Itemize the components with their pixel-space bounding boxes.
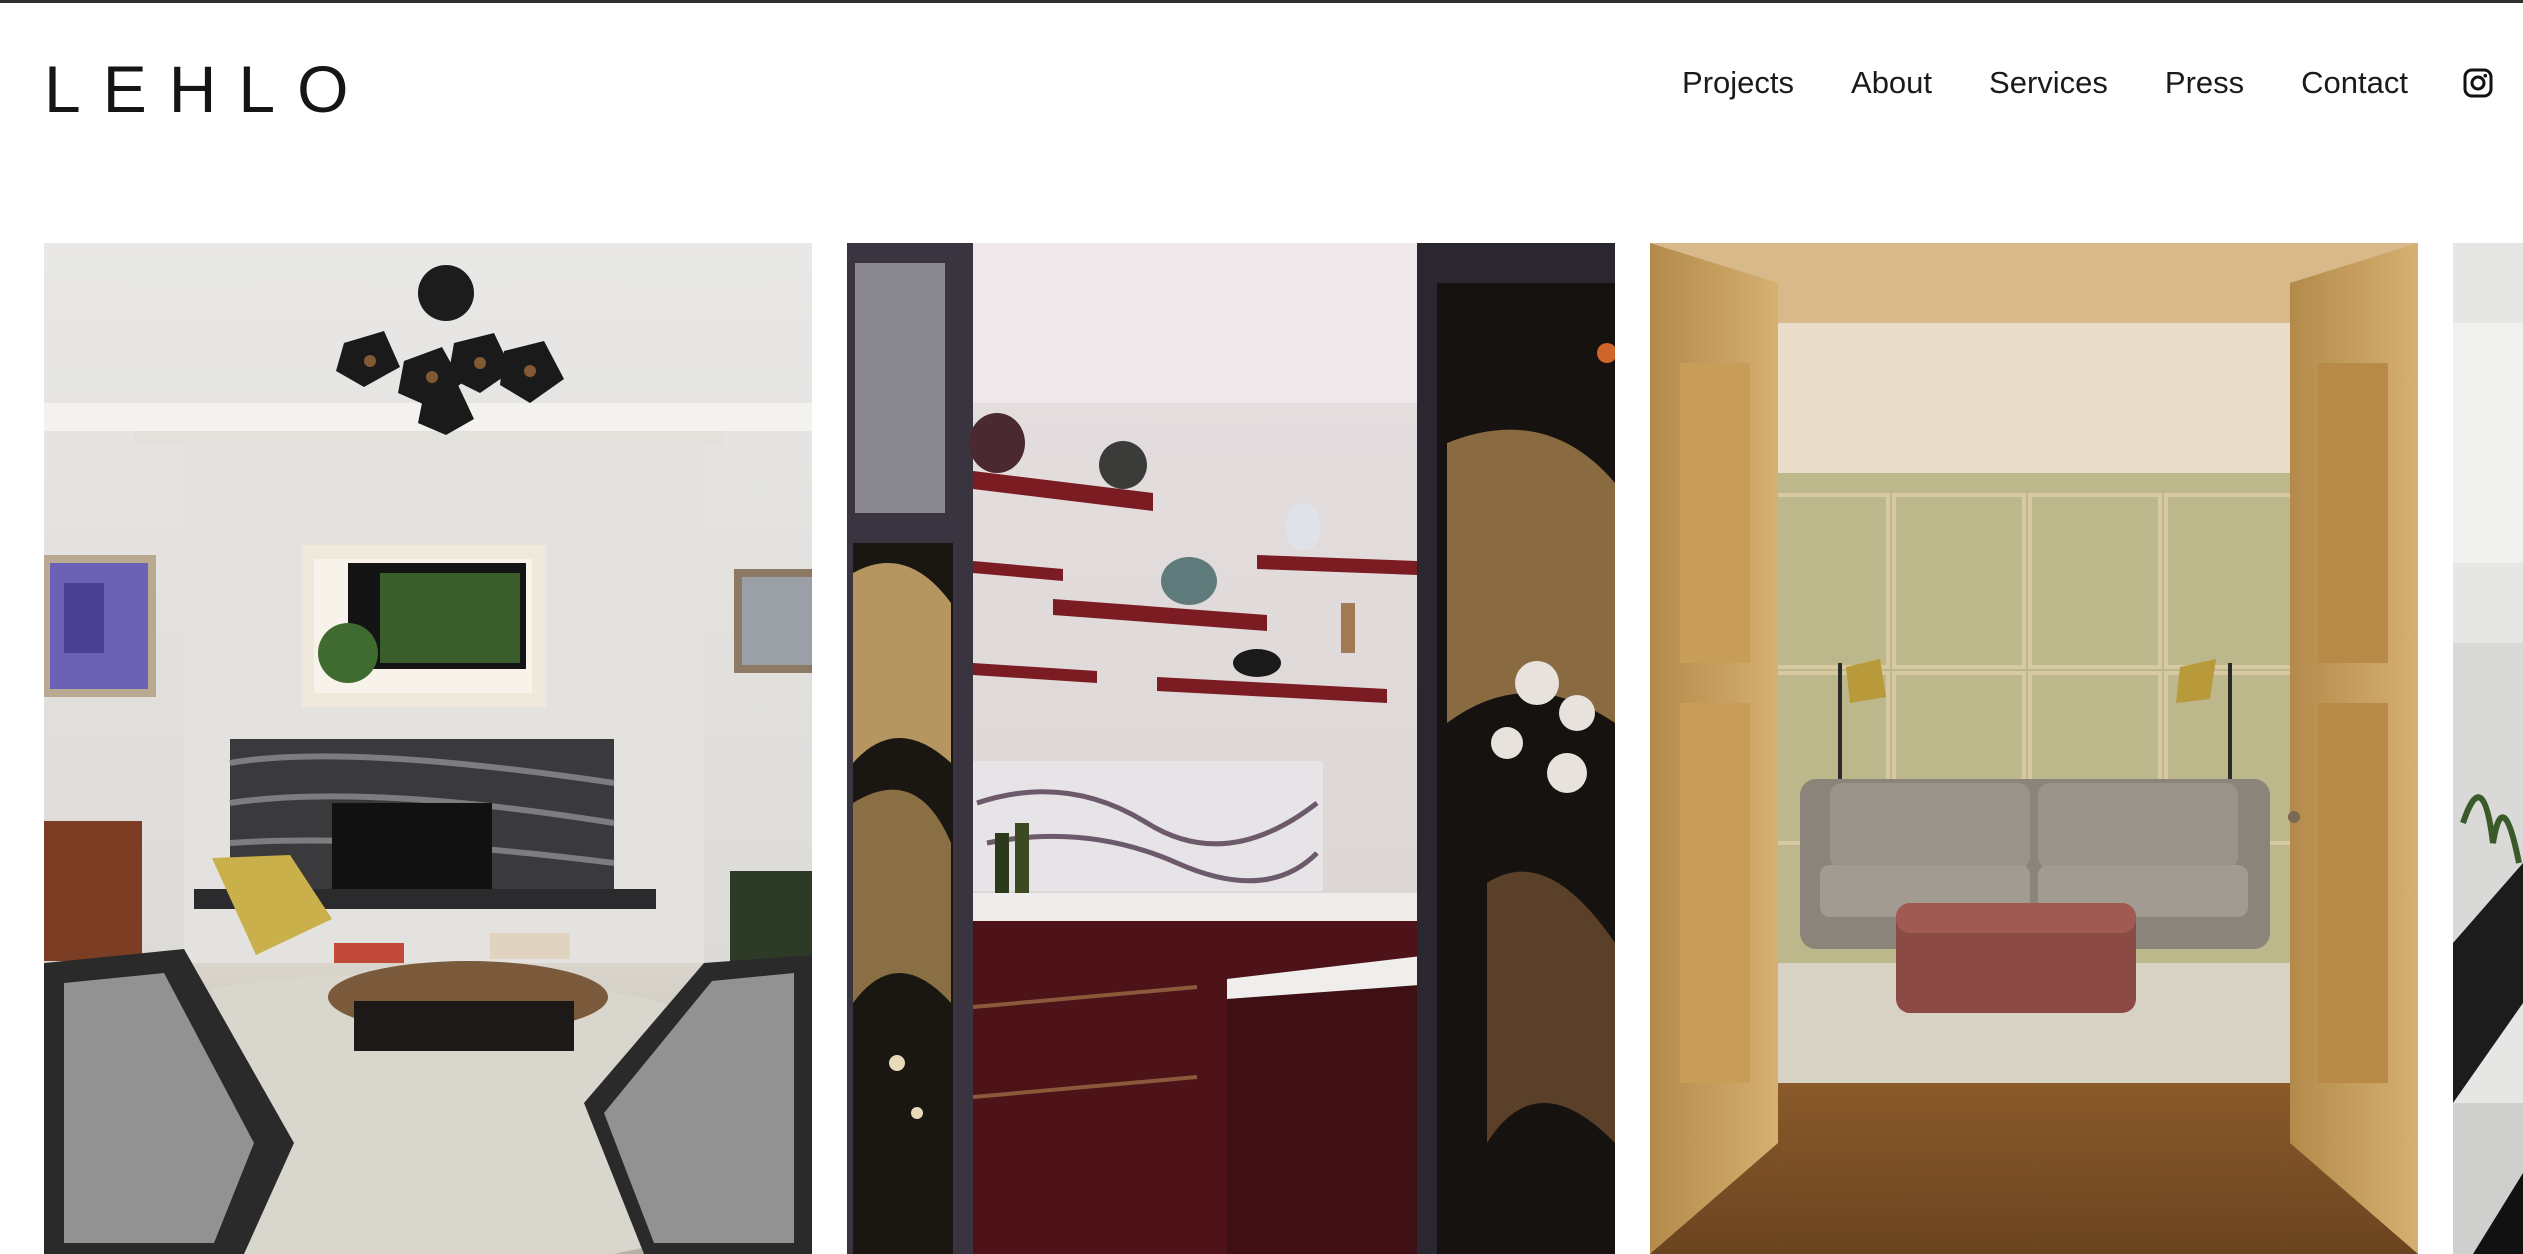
gallery-tile-living-room[interactable]	[44, 243, 812, 1254]
sitting-room-image	[1650, 243, 2418, 1254]
site-header: LEHLO Projects About Services Press Cont…	[0, 3, 2523, 163]
gallery-tile-sitting-room[interactable]	[1650, 243, 2418, 1254]
nav-item-about[interactable]: About	[1851, 63, 1932, 103]
nav-item-projects[interactable]: Projects	[1682, 63, 1794, 103]
nav-item-services[interactable]: Services	[1989, 63, 2108, 103]
site-logo[interactable]: LEHLO	[44, 49, 370, 129]
instagram-icon[interactable]	[2463, 68, 2493, 98]
kitchen-image	[847, 243, 1615, 1254]
nav-item-contact[interactable]: Contact	[2301, 63, 2408, 103]
nav-item-press[interactable]: Press	[2165, 63, 2244, 103]
living-room-image	[44, 243, 812, 1254]
gallery-tile-partial[interactable]	[2453, 243, 2523, 1254]
partial-room-image	[2453, 243, 2523, 1254]
gallery-tile-kitchen[interactable]	[847, 243, 1615, 1254]
project-gallery	[44, 243, 2523, 1254]
main-nav: Projects About Services Press Contact	[1625, 63, 2493, 103]
